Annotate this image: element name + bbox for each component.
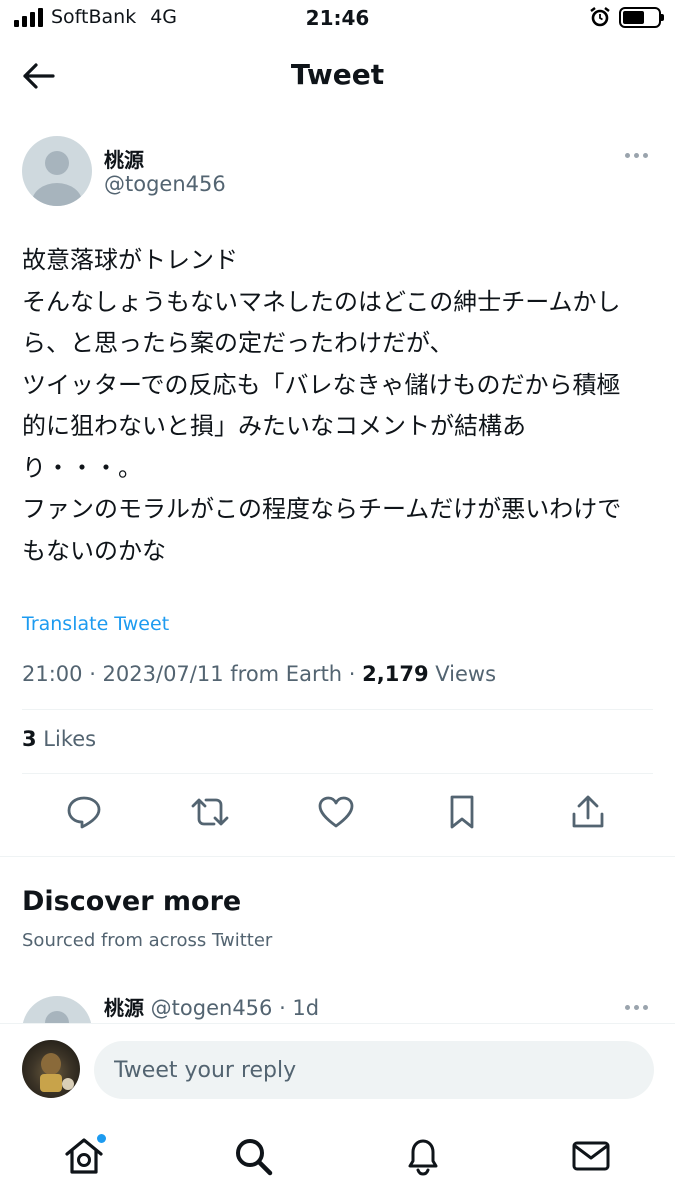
tweet-line: そんなしょうもないマネしたのはどこの紳士チームかし [22,287,621,316]
share-button[interactable] [568,792,608,832]
comment-icon [67,796,101,829]
discover-more-heading: Discover more [22,886,242,917]
tweet-line: ら、と思ったら案の定だったわけだが、 [22,329,454,357]
likes-count: 3 [22,727,37,751]
divider [22,773,653,774]
home-notification-dot [97,1134,106,1143]
alarm-icon [590,7,610,27]
search-icon [236,1139,273,1176]
related-author-handle[interactable]: @togen456 · 1d [144,996,319,1020]
related-more-options-button[interactable] [621,997,651,1017]
bookmark-icon [450,795,474,829]
more-options-button[interactable] [621,145,651,165]
discover-more-subtitle: Sourced from across Twitter [22,930,273,951]
tweet-meta: 21:00 · 2023/07/11 from Earth · 2,179 Vi… [22,662,496,686]
author-avatar[interactable] [22,136,92,206]
tweet-line: ファンのモラルがこの程度ならチームだけが悪いわけで [22,495,622,523]
bell-icon [408,1139,438,1176]
clock: 21:46 [305,6,370,30]
tab-messages[interactable] [569,1134,613,1178]
retweet-icon [191,798,229,826]
share-icon [572,795,604,828]
likes-label: Likes [36,727,97,751]
heart-icon [318,796,354,828]
related-tweet-header[interactable]: 桃源 @togen456 · 1d [104,992,319,1021]
status-bar: SoftBank 4G 21:46 [0,0,675,38]
bottom-tab-bar [0,1117,675,1200]
tweet-line: 故意落球がトレンド [22,246,238,274]
views-label: Views [428,662,497,686]
bookmark-button[interactable] [442,792,482,832]
default-avatar-icon [32,151,82,206]
likes-stat[interactable]: 3 Likes [22,727,96,751]
views-count: 2,179 [362,662,429,686]
section-divider [0,856,675,857]
profile-photo-icon [40,1053,74,1092]
page-title: Tweet [290,58,385,91]
tab-search[interactable] [231,1134,275,1178]
timestamp[interactable]: 21:00 · 2023/07/11 from Earth · [22,662,362,686]
tweet-line: り・・・。 [22,453,142,482]
tweet-line: 的に狙わないと損」みたいなコメントが結構あ [22,412,526,440]
retweet-button[interactable] [190,792,230,832]
like-button[interactable] [316,792,356,832]
battery-icon [619,6,664,28]
top-navigation: Tweet [0,38,675,114]
translate-tweet-link[interactable]: Translate Tweet [22,613,169,635]
my-avatar[interactable] [22,1040,80,1098]
author-handle[interactable]: @togen456 [104,172,226,196]
tweet-text: 故意落球がトレンド そんなしょうもないマネしたのはどこの紳士チームかし ら、と思… [22,240,662,572]
status-right [589,6,664,28]
author-name[interactable]: 桃源 [104,144,144,173]
mail-icon [572,1141,610,1171]
tweet-actions [22,788,653,834]
reply-bar [0,1023,675,1117]
tweet-line: もないのかな [22,536,166,565]
reply-button[interactable] [64,792,104,832]
tab-notifications[interactable] [401,1134,445,1178]
related-author-name[interactable]: 桃源 [104,996,144,1020]
reply-input[interactable] [94,1041,654,1099]
divider [22,709,653,710]
tab-home[interactable] [62,1134,106,1178]
tweet-line: ツイッターでの反応も「バレなきゃ儲けものだから積極 [22,370,621,399]
